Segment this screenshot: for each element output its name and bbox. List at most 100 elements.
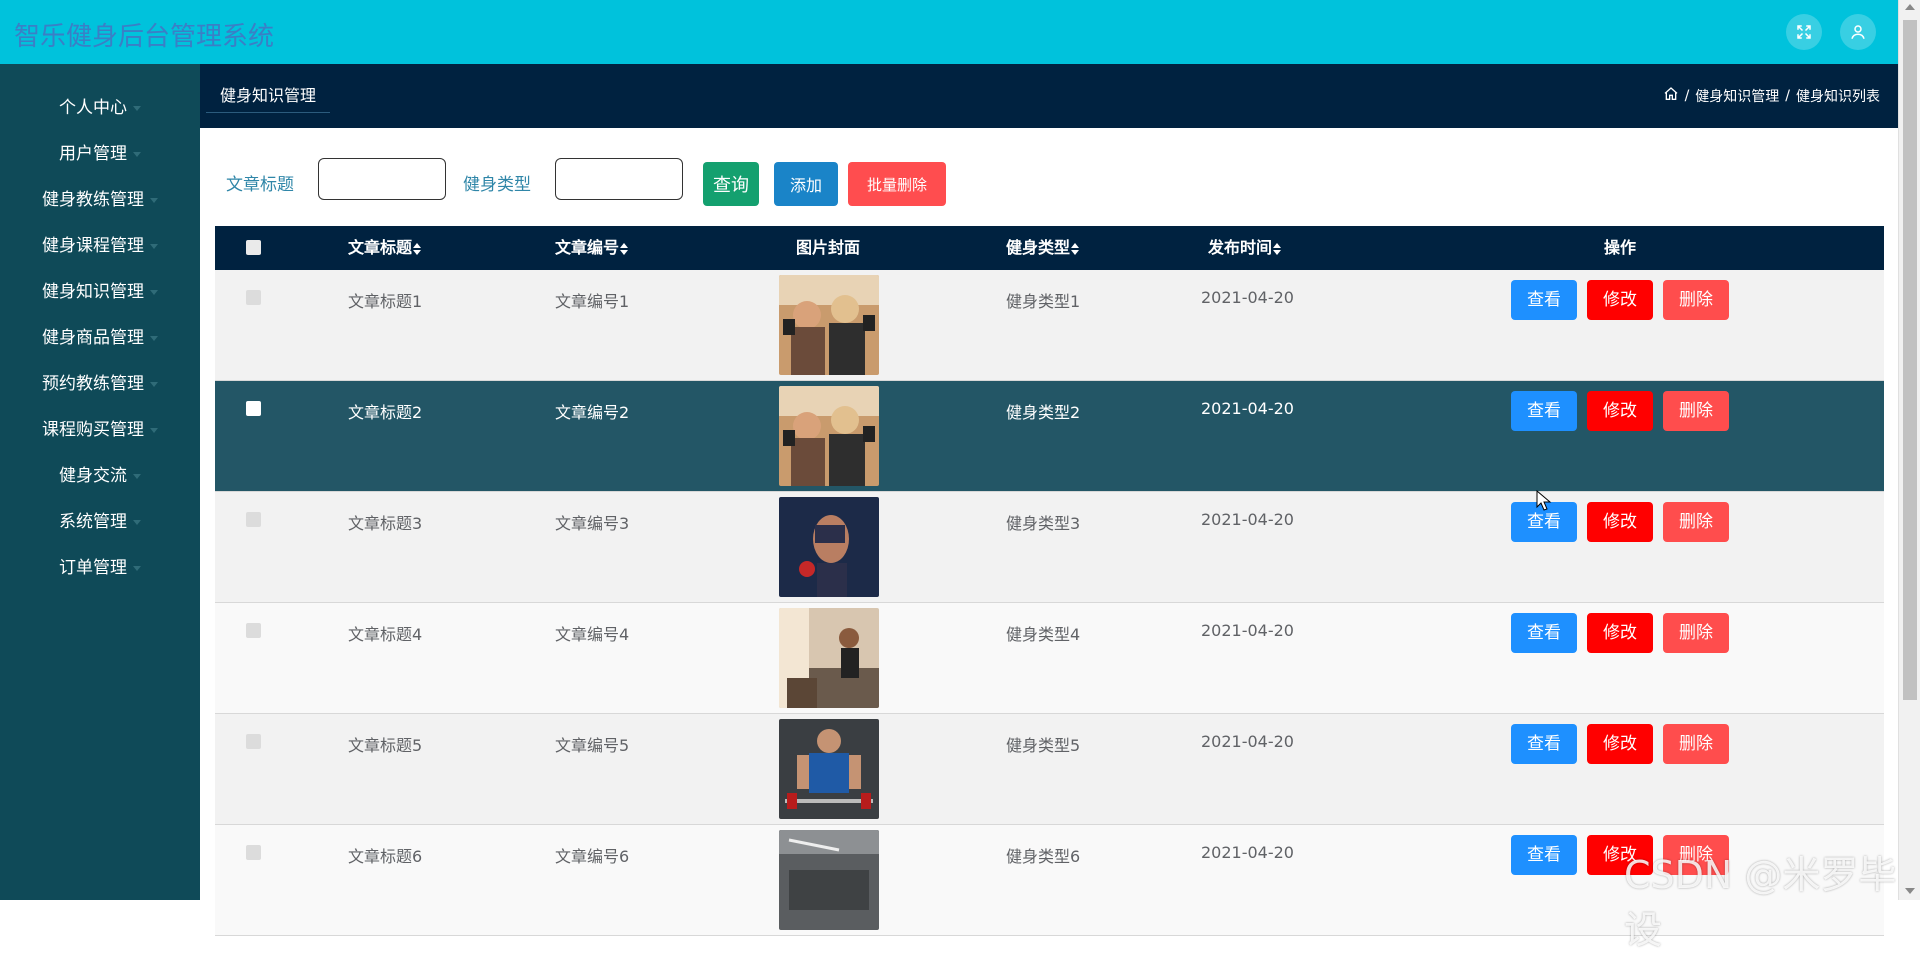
- column-header-label: 文章编号: [555, 238, 620, 257]
- delete-button[interactable]: 删除: [1663, 502, 1729, 542]
- delete-button[interactable]: 删除: [1663, 613, 1729, 653]
- chevron-down-icon: [150, 197, 158, 203]
- cell-date: 2021-04-20: [1201, 288, 1294, 307]
- sort-icon[interactable]: [620, 242, 629, 255]
- home-icon[interactable]: [1663, 86, 1679, 106]
- column-header-date[interactable]: 发布时间: [1208, 226, 1282, 270]
- view-button[interactable]: 查看: [1511, 724, 1577, 764]
- view-button[interactable]: 查看: [1511, 835, 1577, 875]
- view-button[interactable]: 查看: [1511, 613, 1577, 653]
- delete-button[interactable]: 删除: [1663, 391, 1729, 431]
- sidebar-item-products[interactable]: 健身商品管理: [0, 315, 200, 361]
- user-icon[interactable]: [1840, 14, 1876, 50]
- column-header-label: 文章标题: [348, 238, 413, 257]
- sidebar-item-users[interactable]: 用户管理: [0, 131, 200, 177]
- title-search-input[interactable]: [318, 158, 446, 200]
- table-header: 文章标题 文章编号 图片封面 健身类型 发布时间 操作: [215, 226, 1884, 270]
- row-checkbox[interactable]: [246, 734, 261, 749]
- sidebar-item-courses[interactable]: 健身课程管理: [0, 223, 200, 269]
- cell-date: 2021-04-20: [1201, 732, 1294, 751]
- cell-number: 文章编号5: [555, 736, 630, 755]
- sidebar-item-personal-center[interactable]: 个人中心: [0, 85, 200, 131]
- sidebar-item-system[interactable]: 系统管理: [0, 499, 200, 545]
- cover-image: [779, 719, 879, 819]
- table-row[interactable]: 文章标题2 文章编号2 健身类型2 2021-04-20 查看 修改 删除: [215, 381, 1884, 492]
- cell-number: 文章编号2: [555, 403, 630, 422]
- cover-image: [779, 497, 879, 597]
- sidebar-item-coaches[interactable]: 健身教练管理: [0, 177, 200, 223]
- page-scrollbar[interactable]: [1898, 0, 1920, 900]
- sort-icon[interactable]: [1071, 242, 1080, 255]
- sidebar-item-label: 健身交流: [59, 466, 127, 486]
- breadcrumb-separator: /: [1785, 88, 1790, 104]
- tab-knowledge-management[interactable]: 健身知识管理: [206, 80, 331, 113]
- delete-button[interactable]: 删除: [1663, 724, 1729, 764]
- fullscreen-icon[interactable]: [1786, 14, 1822, 50]
- edit-button[interactable]: 修改: [1587, 280, 1653, 320]
- row-checkbox[interactable]: [246, 512, 261, 527]
- scroll-thumb[interactable]: [1903, 20, 1917, 700]
- cell-title: 文章标题5: [348, 736, 423, 755]
- edit-button[interactable]: 修改: [1587, 724, 1653, 764]
- view-button[interactable]: 查看: [1511, 280, 1577, 320]
- cell-title: 文章标题2: [348, 403, 423, 422]
- query-button[interactable]: 查询: [703, 162, 759, 206]
- column-header-title[interactable]: 文章标题: [348, 226, 422, 270]
- table-row[interactable]: 文章标题1 文章编号1 健身类型1 2021-04-20 查看 修改 删除: [215, 270, 1884, 381]
- app-title: 智乐健身后台管理系统: [14, 22, 275, 52]
- title-search-label: 文章标题: [226, 175, 294, 195]
- table-row[interactable]: 文章标题3 文章编号3 健身类型3 2021-04-20 查看 修改 删除: [215, 492, 1884, 603]
- sort-icon[interactable]: [413, 242, 422, 255]
- cell-number: 文章编号1: [555, 292, 630, 311]
- batch-delete-button[interactable]: 批量删除: [848, 162, 946, 206]
- top-header: 智乐健身后台管理系统: [0, 0, 1898, 64]
- cover-image: [779, 386, 879, 486]
- table-row[interactable]: 文章标题5 文章编号5 健身类型5 2021-04-20 查看 修改 删除: [215, 714, 1884, 825]
- cover-image: [779, 608, 879, 708]
- delete-button[interactable]: 删除: [1663, 280, 1729, 320]
- sort-icon[interactable]: [1273, 242, 1282, 255]
- chevron-down-icon: [133, 565, 141, 571]
- row-checkbox[interactable]: [246, 290, 261, 305]
- view-button[interactable]: 查看: [1511, 391, 1577, 431]
- scroll-up-icon[interactable]: [1905, 4, 1915, 10]
- cell-title: 文章标题4: [348, 625, 423, 644]
- select-all-checkbox[interactable]: [246, 240, 261, 255]
- sidebar: 个人中心 用户管理 健身教练管理 健身课程管理 健身知识管理 健身商品管理 预约…: [0, 64, 200, 900]
- sidebar-item-label: 课程购买管理: [42, 420, 144, 440]
- cover-image: [779, 275, 879, 375]
- edit-button[interactable]: 修改: [1587, 502, 1653, 542]
- cell-date: 2021-04-20: [1201, 843, 1294, 862]
- row-checkbox[interactable]: [246, 401, 261, 416]
- cell-title: 文章标题1: [348, 292, 423, 311]
- table-row[interactable]: 文章标题4 文章编号4 健身类型4 2021-04-20 查看 修改 删除: [215, 603, 1884, 714]
- sidebar-item-label: 系统管理: [59, 512, 127, 532]
- chevron-down-icon: [150, 335, 158, 341]
- chevron-down-icon: [133, 105, 141, 111]
- row-checkbox[interactable]: [246, 845, 261, 860]
- cell-number: 文章编号4: [555, 625, 630, 644]
- sidebar-item-course-purchases[interactable]: 课程购买管理: [0, 407, 200, 453]
- sidebar-item-knowledge[interactable]: 健身知识管理: [0, 269, 200, 315]
- breadcrumb: / 健身知识管理 / 健身知识列表: [1663, 86, 1880, 106]
- sidebar-item-appointments[interactable]: 预约教练管理: [0, 361, 200, 407]
- sidebar-item-forum[interactable]: 健身交流: [0, 453, 200, 499]
- breadcrumb-level1[interactable]: 健身知识管理: [1695, 86, 1779, 106]
- row-checkbox[interactable]: [246, 623, 261, 638]
- add-button[interactable]: 添加: [774, 162, 838, 206]
- chevron-down-icon: [133, 519, 141, 525]
- sidebar-item-label: 健身教练管理: [42, 190, 144, 210]
- type-search-label: 健身类型: [463, 175, 531, 195]
- sidebar-item-orders[interactable]: 订单管理: [0, 545, 200, 591]
- breadcrumb-level2: 健身知识列表: [1796, 89, 1880, 105]
- edit-button[interactable]: 修改: [1587, 613, 1653, 653]
- cell-type: 健身类型4: [1006, 625, 1081, 644]
- mouse-cursor-icon: [1536, 489, 1554, 512]
- chevron-down-icon: [133, 151, 141, 157]
- column-header-number[interactable]: 文章编号: [555, 226, 629, 270]
- chevron-down-icon: [150, 381, 158, 387]
- chevron-down-icon: [150, 427, 158, 433]
- type-search-input[interactable]: [555, 158, 683, 200]
- column-header-type[interactable]: 健身类型: [1006, 226, 1080, 270]
- edit-button[interactable]: 修改: [1587, 391, 1653, 431]
